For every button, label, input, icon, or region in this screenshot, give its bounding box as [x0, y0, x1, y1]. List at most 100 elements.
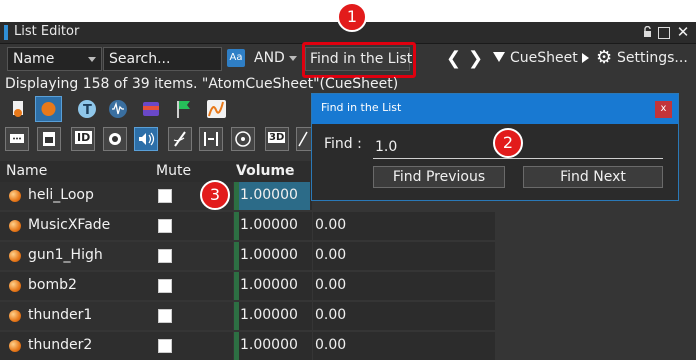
- and-or-select[interactable]: AND: [249, 47, 299, 71]
- dialog-title: Find in the List: [321, 101, 402, 114]
- find-input-value: 1.0: [375, 139, 398, 155]
- triangle-down-icon[interactable]: [493, 52, 505, 62]
- volume-value: 1.00000: [240, 247, 298, 263]
- volume-bar: [234, 332, 239, 360]
- volume-cell[interactable]: 1.00000: [234, 332, 312, 360]
- flag-icon[interactable]: [170, 96, 197, 122]
- maximize-icon[interactable]: [658, 27, 670, 39]
- column-header-name[interactable]: Name: [6, 163, 47, 181]
- match-case-button[interactable]: Aa: [227, 49, 245, 67]
- volume-cell[interactable]: 1.00000: [234, 272, 312, 300]
- extra-value: 0.00: [315, 307, 347, 323]
- find-next-button[interactable]: Find Next: [523, 166, 663, 188]
- volume-value: 1.00000: [240, 337, 298, 353]
- dialog-title-bar: Find in the List x: [312, 94, 678, 124]
- volume-bar: [234, 182, 239, 210]
- search-placeholder: Search...: [109, 51, 171, 67]
- callout-2: 2: [493, 128, 523, 158]
- cue-name: heli_Loop: [28, 187, 94, 203]
- id-label: ID: [75, 131, 93, 144]
- 3d-icon[interactable]: 3D: [265, 127, 289, 151]
- cue-icon: [9, 310, 21, 322]
- svg-text:T: T: [83, 103, 92, 118]
- back-icon[interactable]: ❮: [446, 48, 461, 69]
- volume-cell[interactable]: 1.00000: [234, 302, 312, 330]
- settings-button[interactable]: Settings...: [617, 50, 688, 66]
- chevron-down-icon: [289, 56, 297, 61]
- name-column-select[interactable]: Name: [7, 47, 102, 71]
- column-header-mute[interactable]: Mute: [156, 163, 191, 181]
- callout-3: 3: [200, 180, 230, 210]
- cue-name: thunder1: [28, 307, 93, 323]
- scrollbar[interactable]: [681, 205, 696, 360]
- volume-cell[interactable]: 1.00000: [234, 242, 312, 270]
- extra-value-cell[interactable]: 0.00: [313, 272, 495, 300]
- extra-value: 0.00: [315, 217, 347, 233]
- close-window-icon[interactable]: ✕: [674, 23, 692, 41]
- cue-icon: [9, 250, 21, 262]
- cuesheet-file-icon[interactable]: [5, 96, 32, 122]
- mute-checkbox[interactable]: [158, 249, 172, 263]
- volume-cell[interactable]: 1.00000: [234, 182, 312, 210]
- volume-value: 1.00000: [240, 307, 298, 323]
- find-label: Find :: [324, 136, 362, 152]
- 3d-label: 3D: [268, 132, 286, 143]
- mute-checkbox[interactable]: [158, 219, 172, 233]
- mute-checkbox[interactable]: [158, 189, 172, 203]
- envelope-icon[interactable]: [296, 127, 312, 151]
- cue-name: MusicXFade: [28, 217, 111, 233]
- cue-icon[interactable]: [35, 96, 62, 122]
- search-input[interactable]: Search...: [103, 47, 222, 71]
- window-accent-bar: [4, 25, 8, 40]
- cuesheet-label[interactable]: CueSheet: [510, 50, 578, 66]
- pin-icon[interactable]: [643, 25, 652, 38]
- mute-checkbox[interactable]: [158, 279, 172, 293]
- volume-value: 1.00000: [240, 187, 298, 203]
- volume-icon[interactable]: [134, 127, 158, 151]
- gear-icon[interactable]: ⚙: [596, 47, 612, 68]
- triangle-right-icon[interactable]: [582, 53, 589, 63]
- pan-icon[interactable]: [231, 127, 255, 151]
- mute-checkbox[interactable]: [158, 339, 172, 353]
- export-icon[interactable]: [37, 127, 61, 151]
- comment-icon[interactable]: [5, 127, 29, 151]
- color-block-icon[interactable]: [138, 96, 165, 122]
- extra-value-cell[interactable]: 0.00: [313, 332, 495, 360]
- volume-cell[interactable]: 1.00000: [234, 212, 312, 240]
- cue-icon: [9, 280, 21, 292]
- dialog-close-button[interactable]: x: [655, 101, 672, 118]
- extra-value-cell[interactable]: 0.00: [313, 302, 495, 330]
- volume-bar: [234, 272, 239, 300]
- curve-icon[interactable]: [203, 96, 230, 122]
- cue-icon: [9, 220, 21, 232]
- pitch-icon[interactable]: [168, 127, 192, 151]
- callout-1: 1: [337, 2, 367, 32]
- extra-value: 0.00: [315, 277, 347, 293]
- cue-name: thunder2: [28, 337, 93, 353]
- bracket-icon[interactable]: [199, 127, 223, 151]
- volume-bar: [234, 302, 239, 330]
- find-previous-button[interactable]: Find Previous: [373, 166, 505, 188]
- record-icon[interactable]: [103, 127, 127, 151]
- id-icon[interactable]: ID: [71, 127, 95, 151]
- volume-bar: [234, 212, 239, 240]
- volume-value: 1.00000: [240, 217, 298, 233]
- forward-icon[interactable]: ❯: [468, 48, 483, 69]
- window-title: List Editor: [14, 24, 80, 39]
- and-or-select-value: AND: [254, 50, 285, 66]
- status-text: Displaying 158 of 39 items. "AtomCueShee…: [5, 76, 399, 92]
- cue-name: gun1_High: [28, 247, 103, 263]
- column-header-volume[interactable]: Volume: [236, 163, 295, 181]
- callout-box-1: [302, 42, 416, 78]
- name-column-select-value: Name: [13, 51, 55, 67]
- mute-checkbox[interactable]: [158, 309, 172, 323]
- cue-icon: [9, 190, 21, 202]
- extra-value: 0.00: [315, 337, 347, 353]
- text-track-icon[interactable]: T: [75, 96, 102, 122]
- chevron-down-icon: [88, 57, 96, 62]
- waveform-icon[interactable]: [105, 96, 132, 122]
- extra-value-cell[interactable]: 0.00: [313, 212, 495, 240]
- cue-name: bomb2: [28, 277, 77, 293]
- cue-icon: [9, 340, 21, 352]
- extra-value-cell[interactable]: 0.00: [313, 242, 495, 270]
